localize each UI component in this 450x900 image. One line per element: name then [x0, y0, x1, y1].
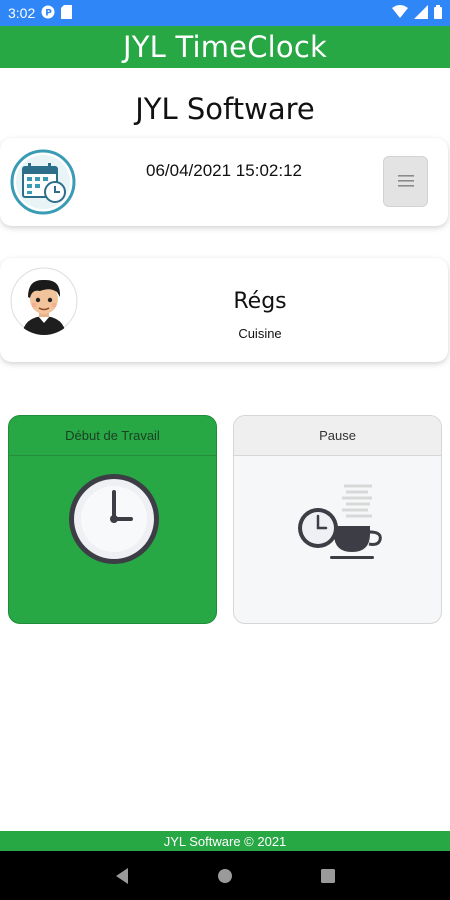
start-work-button[interactable]: Début de Travail	[8, 415, 217, 624]
calendar-clock-icon	[10, 149, 76, 215]
user-name: Régs	[233, 289, 287, 314]
notification-p-icon: P	[41, 5, 55, 22]
coffee-clock-icon	[298, 484, 382, 559]
company-name: JYL Software	[135, 92, 315, 126]
footer-text: JYL Software © 2021	[163, 833, 287, 849]
clock-icon	[69, 474, 159, 564]
sim-card-icon	[61, 4, 73, 22]
pause-button[interactable]: Pause	[233, 415, 442, 624]
app-bar: JYL TimeClock	[0, 26, 450, 68]
menu-button[interactable]	[383, 156, 428, 207]
wifi-icon	[392, 5, 408, 21]
start-work-label: Début de Travail	[9, 416, 216, 456]
navigation-bar	[0, 851, 450, 900]
home-icon[interactable]	[205, 856, 245, 896]
app-title: JYL TimeClock	[123, 30, 327, 64]
back-icon[interactable]	[102, 856, 142, 896]
battery-icon	[434, 4, 442, 22]
status-bar: 3:02 P	[0, 0, 450, 26]
user-card[interactable]: Régs Cuisine	[0, 258, 448, 362]
datetime-card: 06/04/2021 15:02:12	[0, 138, 448, 226]
status-time: 3:02	[8, 5, 36, 21]
recents-icon[interactable]	[308, 856, 348, 896]
user-avatar-icon	[10, 267, 78, 335]
hamburger-menu-icon	[397, 170, 414, 193]
signal-icon	[414, 4, 428, 22]
footer: JYL Software © 2021	[0, 831, 450, 851]
current-datetime: 06/04/2021 15:02:12	[146, 161, 302, 180]
svg-text:P: P	[45, 8, 52, 18]
pause-label: Pause	[234, 416, 441, 456]
user-department: Cuisine	[238, 326, 282, 341]
